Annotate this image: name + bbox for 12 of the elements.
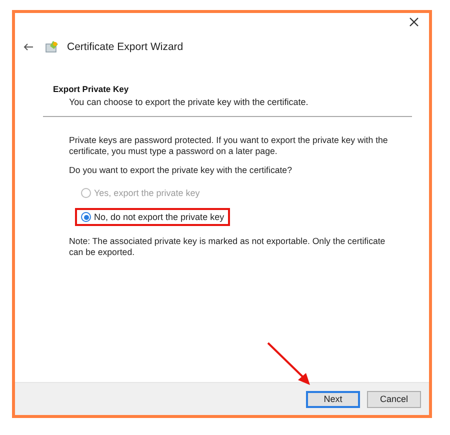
page-heading: Export Private Key bbox=[53, 84, 130, 94]
dialog-button[interactable]: Cancel bbox=[367, 390, 421, 408]
certificate-icon bbox=[45, 40, 59, 53]
page-subheading: You can choose to export the private key with the certificate. bbox=[69, 97, 310, 107]
window-title: Certificate Export Wizard bbox=[67, 40, 184, 52]
radio-option[interactable]: No, do not export the private key bbox=[81, 212, 224, 222]
paragraph: Private keys are password protected. If you want to export the private key with the certificate, you must type a password on a later page. bbox=[69, 135, 389, 157]
back-arrow-icon[interactable] bbox=[23, 42, 33, 50]
note-text: Note: The associated private key is marked as not exportable. Only the certificate can be exported. bbox=[69, 236, 386, 258]
close-icon[interactable] bbox=[409, 17, 419, 27]
paragraph: Do you want to export the private key with the certificate? bbox=[69, 165, 293, 176]
dialog-button[interactable]: Next bbox=[306, 390, 360, 408]
